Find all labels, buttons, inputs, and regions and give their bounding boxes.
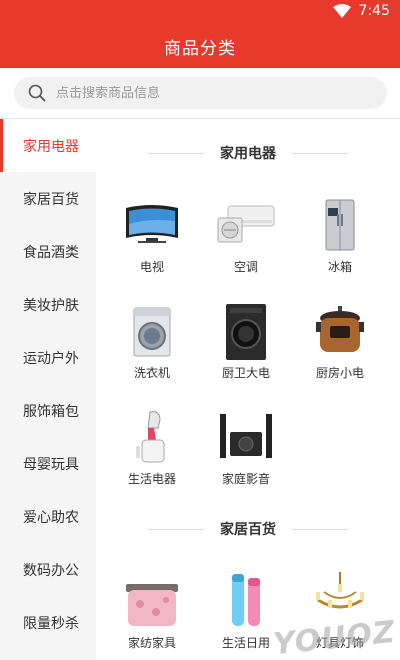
search-icon bbox=[28, 84, 46, 102]
sidebar-item-farm-aid[interactable]: 爱心助农 bbox=[0, 490, 96, 543]
sidebar-item-label: 家用电器 bbox=[23, 138, 79, 155]
sidebar-item-label: 限量秒杀 bbox=[23, 615, 79, 632]
sidebar-item-label: 母婴玩具 bbox=[23, 456, 79, 473]
category-tile-kitchen-appliances[interactable]: 厨卫大电 bbox=[201, 300, 291, 400]
steamer-icon bbox=[136, 411, 165, 463]
divider bbox=[292, 152, 348, 154]
air-conditioner-icon bbox=[217, 205, 275, 243]
sidebar-item-digital-office[interactable]: 数码办公 bbox=[0, 543, 96, 596]
category-tile-fridge[interactable]: 冰箱 bbox=[295, 194, 385, 294]
sidebar-item-label: 家居百货 bbox=[23, 191, 79, 208]
rice-cooker-icon bbox=[316, 306, 364, 352]
tile-label: 电视 bbox=[139, 260, 164, 274]
sidebar-item-label: 美妆护肤 bbox=[23, 297, 79, 314]
category-content: 家用电器 电视 空调 冰箱 洗衣机 厨卫大电 厨房小电 生活电器 家庭影音 家居… bbox=[96, 119, 400, 660]
wifi-icon bbox=[332, 4, 351, 18]
speaker-icon bbox=[220, 414, 272, 458]
category-tile-air-conditioner[interactable]: 空调 bbox=[201, 194, 291, 294]
divider bbox=[148, 528, 204, 530]
bottle-icon bbox=[232, 574, 260, 626]
sidebar-item-label: 食品酒类 bbox=[23, 244, 79, 261]
sidebar-item-label: 数码办公 bbox=[23, 562, 79, 579]
tile-label: 家纺家具 bbox=[127, 636, 176, 650]
search-box[interactable] bbox=[14, 77, 387, 109]
title-bar: 商品分类 bbox=[0, 24, 400, 68]
category-tile-tv[interactable]: 电视 bbox=[107, 194, 197, 294]
section-header: 家用电器 bbox=[96, 137, 400, 169]
sidebar-item-food-wine[interactable]: 食品酒类 bbox=[0, 225, 96, 278]
category-tile-bedding-furniture[interactable]: 家纺家具 bbox=[107, 570, 197, 660]
tile-label: 厨卫大电 bbox=[221, 366, 270, 380]
category-sidebar: 家用电器 家居百货 食品酒类 美妆护肤 运动户外 服饰箱包 母婴玩具 爱心助农 … bbox=[0, 119, 96, 660]
tile-label: 空调 bbox=[233, 260, 258, 274]
tile-label: 冰箱 bbox=[327, 260, 352, 274]
tile-label: 厨房小电 bbox=[315, 366, 364, 380]
category-tile-washing-machine[interactable]: 洗衣机 bbox=[107, 300, 197, 400]
sidebar-item-flash-sale[interactable]: 限量秒杀 bbox=[0, 596, 96, 649]
category-tile-living-appliances[interactable]: 生活电器 bbox=[107, 406, 197, 506]
section-title: 家居百货 bbox=[220, 522, 276, 538]
bedding-icon bbox=[126, 584, 178, 626]
category-tile-home-theater[interactable]: 家庭影音 bbox=[201, 406, 291, 506]
tile-label: 家庭影音 bbox=[221, 472, 270, 486]
sidebar-item-label: 爱心助农 bbox=[23, 509, 79, 526]
tile-label: 洗衣机 bbox=[133, 366, 170, 380]
sidebar-item-label: 运动户外 bbox=[23, 350, 79, 367]
divider bbox=[292, 528, 348, 530]
status-bar: 7:45 bbox=[0, 0, 400, 24]
sidebar-item-home-goods[interactable]: 家居百货 bbox=[0, 172, 96, 225]
tile-label: 生活电器 bbox=[127, 472, 176, 486]
search-input[interactable] bbox=[56, 85, 356, 101]
sidebar-item-baby-toys[interactable]: 母婴玩具 bbox=[0, 437, 96, 490]
section-title: 家用电器 bbox=[220, 146, 276, 162]
status-time: 7:45 bbox=[358, 3, 390, 19]
kitchen-appliance-icon bbox=[226, 304, 266, 360]
category-tile-small-kitchen-appliances[interactable]: 厨房小电 bbox=[295, 300, 385, 400]
sidebar-item-home-appliances[interactable]: 家用电器 bbox=[0, 119, 96, 172]
tv-icon bbox=[126, 205, 178, 243]
sidebar-item-apparel[interactable]: 服饰箱包 bbox=[0, 384, 96, 437]
divider bbox=[148, 152, 204, 154]
sidebar-item-beauty[interactable]: 美妆护肤 bbox=[0, 278, 96, 331]
washing-machine-icon bbox=[133, 307, 171, 357]
status-icons: 7:45 bbox=[332, 3, 390, 19]
search-bar bbox=[0, 68, 400, 118]
section-header: 家居百货 bbox=[96, 513, 400, 545]
sidebar-item-sports[interactable]: 运动户外 bbox=[0, 331, 96, 384]
sidebar-item-label: 服饰箱包 bbox=[23, 403, 79, 420]
fridge-icon bbox=[325, 199, 355, 251]
page-title: 商品分类 bbox=[164, 38, 236, 59]
